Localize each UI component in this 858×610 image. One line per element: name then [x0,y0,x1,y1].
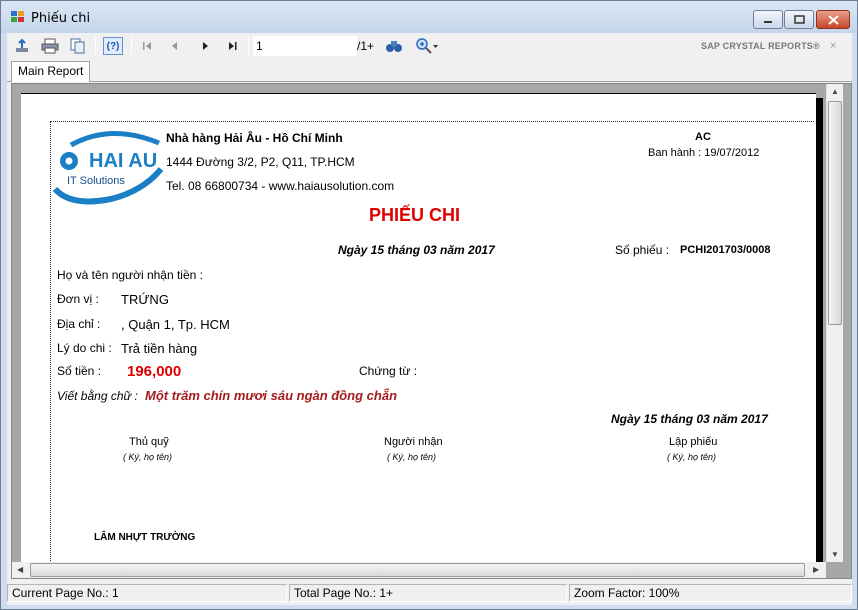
report-viewer[interactable]: HAI AU IT Solutions Nhà hàng Hải Âu - Hồ… [11,83,852,579]
unit-value: TRỨNG [121,292,169,307]
company-contact: Tel. 08 66800734 - www.haiausolution.com [166,179,395,193]
page-total-label: /1+ [357,39,375,53]
scroll-right-icon[interactable]: ▶ [813,565,819,574]
signature-cashier: Thủ quỹ [129,436,169,448]
maximize-icon [793,15,805,24]
first-page-button[interactable] [138,37,158,55]
last-page-button[interactable] [222,37,242,55]
vertical-scroll-thumb[interactable] [828,101,842,325]
address-label: Địa chỉ : [57,317,101,331]
address-value: , Quận 1, Tp. HCM [121,317,230,332]
close-view-icon[interactable]: × [830,40,836,52]
amount-in-words: Một trăm chín mươi sáu ngàn đồng chẵn [145,388,398,403]
minimize-icon [764,20,772,23]
brand-label: SAP CRYSTAL REPORTS® [701,41,820,51]
reason-value: Trả tiền hàng [121,341,198,356]
chevron-down-icon [432,45,438,48]
signer-name: LÂM NHỰT TRƯỜNG [94,532,196,543]
scroll-up-icon[interactable]: ▲ [831,87,839,96]
previous-page-button[interactable] [165,37,185,55]
last-page-icon [229,42,237,50]
zoom-icon [415,38,432,54]
document-label: Chứng từ : [359,364,418,378]
svg-text:IT Solutions: IT Solutions [67,175,125,187]
first-page-icon [143,42,151,50]
page-shadow [816,98,823,578]
company-name: Nhà hàng Hải Âu - Hồ Chí Minh [166,131,343,145]
voucher-label: Số phiếu : [615,243,670,257]
issued-date: Ban hành : 19/07/2012 [648,147,760,159]
copy-button[interactable] [68,37,88,55]
group-tree-toggle[interactable]: (?) [103,37,123,55]
signature-date: Ngày 15 tháng 03 năm 2017 [611,412,768,426]
signature-receiver: Người nhận [384,436,443,448]
scroll-down-icon[interactable]: ▼ [831,550,839,559]
svg-text:HAI AU: HAI AU [89,150,157,172]
vertical-scrollbar[interactable]: ▲ ▼ [826,84,843,562]
binoculars-icon [386,41,402,52]
tab-bar: Main Report [7,58,852,82]
horizontal-scrollbar[interactable]: ◀ ▶ [12,562,826,578]
company-address: 1444 Đường 3/2, P2, Q11, TP.HCM [166,155,355,169]
previous-page-icon [172,42,177,50]
report-page: HAI AU IT Solutions Nhà hàng Hải Âu - Hồ… [21,93,816,578]
copy-icon [70,38,85,54]
export-button[interactable] [12,37,32,55]
amount-label: Số tiền : [57,364,102,378]
words-label: Viết bằng chữ : [57,389,138,403]
window-title: Phiếu chi [31,11,91,26]
printer-icon [41,38,59,54]
report-date: Ngày 15 tháng 03 năm 2017 [338,243,495,257]
close-button[interactable] [816,10,850,29]
minimize-button[interactable] [753,10,783,29]
recipient-label: Họ và tên người nhận tiền : [57,268,203,282]
company-logo: HAI AU IT Solutions [52,131,163,205]
signature-hint-cashier: ( Ký, họ tên) [123,452,173,462]
scroll-left-icon[interactable]: ◀ [17,565,23,574]
unit-label: Đơn vị : [57,292,99,306]
app-window: Phiếu chi (?) 1 /1+ SAP CRYSTAL REPORTS®… [0,0,858,610]
page-number-input[interactable] [253,36,357,56]
next-page-icon [203,42,208,50]
close-icon [827,14,839,25]
status-zoom-factor: Zoom Factor: 100% [569,584,852,602]
voucher-number: PCHI201703/0008 [680,244,771,256]
signature-hint-receiver: ( Ký, họ tên) [387,452,437,462]
print-button[interactable] [40,37,60,55]
help-icon: (?) [106,40,120,52]
amount-value: 196,000 [127,363,182,380]
toolbar: (?) /1+ SAP C [7,33,852,58]
next-page-button[interactable] [195,37,215,55]
horizontal-scroll-thumb[interactable] [30,563,805,577]
status-total-pages: Total Page No.: 1+ [289,584,567,602]
title-bar: Phiếu chi [1,1,857,33]
tab-main-report[interactable]: Main Report [11,61,91,82]
find-button[interactable] [384,37,404,55]
client-area: (?) /1+ SAP C [7,33,852,605]
status-bar: Current Page No.: 1 Total Page No.: 1+ Z… [7,581,852,603]
signature-preparer: Lập phiếu [669,436,718,448]
signature-hint-preparer: ( Ký, họ tên) [667,452,717,462]
export-icon [16,38,28,52]
status-current-page: Current Page No.: 1 [7,584,287,602]
app-icon [11,11,24,22]
report-title: PHIẾU CHI [369,205,461,225]
zoom-dropdown[interactable] [412,37,442,55]
reason-label: Lý do chi : [57,341,112,355]
form-code: AC [695,131,711,143]
maximize-button[interactable] [784,10,814,29]
